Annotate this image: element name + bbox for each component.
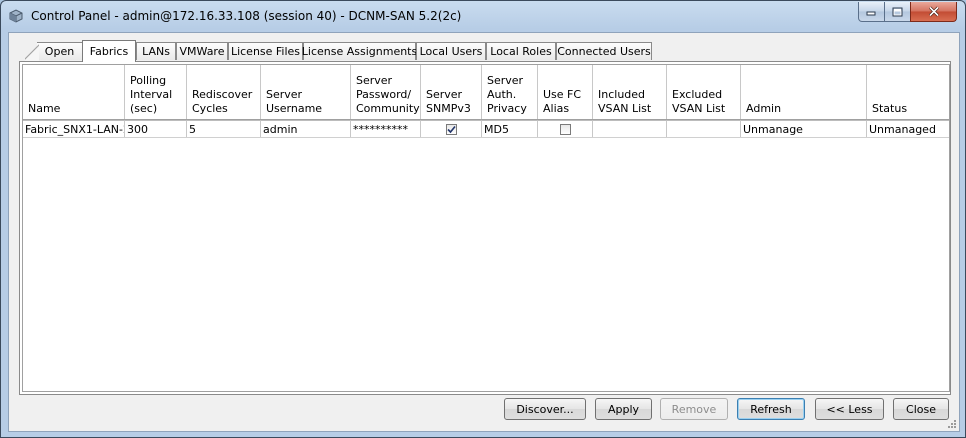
column-header-server-auth-privacy[interactable]: Server Auth. Privacy	[482, 65, 538, 119]
cell-admin[interactable]: Unmanage	[741, 120, 867, 137]
tab-lans[interactable]: LANs	[136, 42, 176, 60]
tab-local-roles[interactable]: Local Roles	[486, 42, 556, 60]
resize-grip-icon[interactable]	[947, 419, 957, 429]
cell-name[interactable]: Fabric_SNX1-LAN-2B	[23, 120, 125, 137]
cell-server-username[interactable]: admin	[261, 120, 351, 137]
tab-label: LANs	[142, 45, 170, 58]
cell-status[interactable]: Unmanaged	[867, 120, 949, 137]
column-header-server-password[interactable]: Server Password/ Community	[351, 65, 421, 119]
column-header-rediscover-cycles[interactable]: Rediscover Cycles	[187, 65, 261, 119]
tab-local-users[interactable]: Local Users	[416, 42, 486, 60]
refresh-button[interactable]: Refresh	[737, 398, 805, 420]
cell-rediscover-cycles[interactable]: 5	[187, 120, 261, 137]
close-icon	[928, 6, 939, 17]
column-header-server-snmpv3[interactable]: Server SNMPv3	[421, 65, 482, 119]
column-header-included-vsan-list[interactable]: Included VSAN List	[593, 65, 667, 119]
tab-open[interactable]: Open	[25, 42, 83, 61]
cell-server-snmpv3[interactable]	[421, 120, 482, 137]
column-header-server-username[interactable]: Server Username	[261, 65, 351, 119]
discover-button[interactable]: Discover...	[504, 398, 586, 420]
tab-label: License Files	[230, 45, 301, 58]
cell-server-password[interactable]: **********	[351, 120, 421, 137]
tab-label: Open	[44, 45, 75, 58]
tab-label: VMWare	[179, 45, 225, 58]
table-row[interactable]: Fabric_SNX1-LAN-2B 300 5 admin *********…	[23, 120, 949, 138]
close-button[interactable]: Close	[893, 398, 949, 420]
check-icon	[446, 125, 456, 133]
apply-button[interactable]: Apply	[595, 398, 652, 420]
minimize-icon	[866, 11, 876, 16]
less-button[interactable]: << Less	[815, 398, 884, 420]
tab-label: Local Users	[419, 45, 483, 58]
tab-vmware[interactable]: VMWare	[176, 42, 228, 60]
tab-fabrics[interactable]: Fabrics	[82, 40, 136, 62]
minimize-button[interactable]	[858, 2, 885, 22]
use-fc-alias-checkbox[interactable]	[559, 123, 571, 135]
tab-strip: Open Fabrics LANs VMWare License Files L…	[19, 40, 939, 62]
tab-label: Fabrics	[89, 45, 129, 58]
cell-use-fc-alias[interactable]	[538, 120, 593, 137]
tab-license-assignments[interactable]: License Assignments	[301, 42, 418, 60]
tab-label: Local Roles	[490, 45, 552, 58]
control-panel-window: Control Panel - admin@172.16.33.108 (ses…	[0, 0, 966, 438]
close-window-button[interactable]	[910, 2, 957, 22]
client-area: Open Fabrics LANs VMWare License Files L…	[8, 32, 960, 432]
window-title: Control Panel - admin@172.16.33.108 (ses…	[31, 9, 462, 23]
maximize-button[interactable]	[884, 2, 911, 22]
tab-license-files[interactable]: License Files	[228, 42, 303, 60]
cell-excluded-vsan-list[interactable]	[667, 120, 741, 137]
tab-connected-users[interactable]: Connected Users	[556, 42, 652, 60]
tab-label: Connected Users	[557, 45, 651, 58]
column-header-admin[interactable]: Admin	[741, 65, 867, 119]
table-header: Name Polling Interval (sec) Rediscover C…	[23, 65, 949, 120]
cell-polling-interval[interactable]: 300	[125, 120, 187, 137]
cell-included-vsan-list[interactable]	[593, 120, 667, 137]
control-panel-icon	[9, 9, 23, 23]
column-header-name[interactable]: Name	[23, 65, 125, 119]
title-bar[interactable]: Control Panel - admin@172.16.33.108 (ses…	[1, 1, 965, 31]
column-header-excluded-vsan-list[interactable]: Excluded VSAN List	[667, 65, 741, 119]
fabrics-panel: Name Polling Interval (sec) Rediscover C…	[19, 61, 951, 395]
tab-label: License Assignments	[301, 45, 418, 58]
maximize-icon	[892, 7, 903, 16]
remove-button[interactable]: Remove	[660, 398, 728, 420]
column-header-status[interactable]: Status	[867, 65, 949, 119]
snmpv3-checkbox[interactable]	[445, 123, 457, 135]
fabrics-table: Name Polling Interval (sec) Rediscover C…	[22, 64, 950, 392]
column-header-use-fc-alias[interactable]: Use FC Alias	[538, 65, 593, 119]
cell-server-auth-privacy[interactable]: MD5	[482, 120, 538, 137]
column-header-polling-interval[interactable]: Polling Interval (sec)	[125, 65, 187, 119]
